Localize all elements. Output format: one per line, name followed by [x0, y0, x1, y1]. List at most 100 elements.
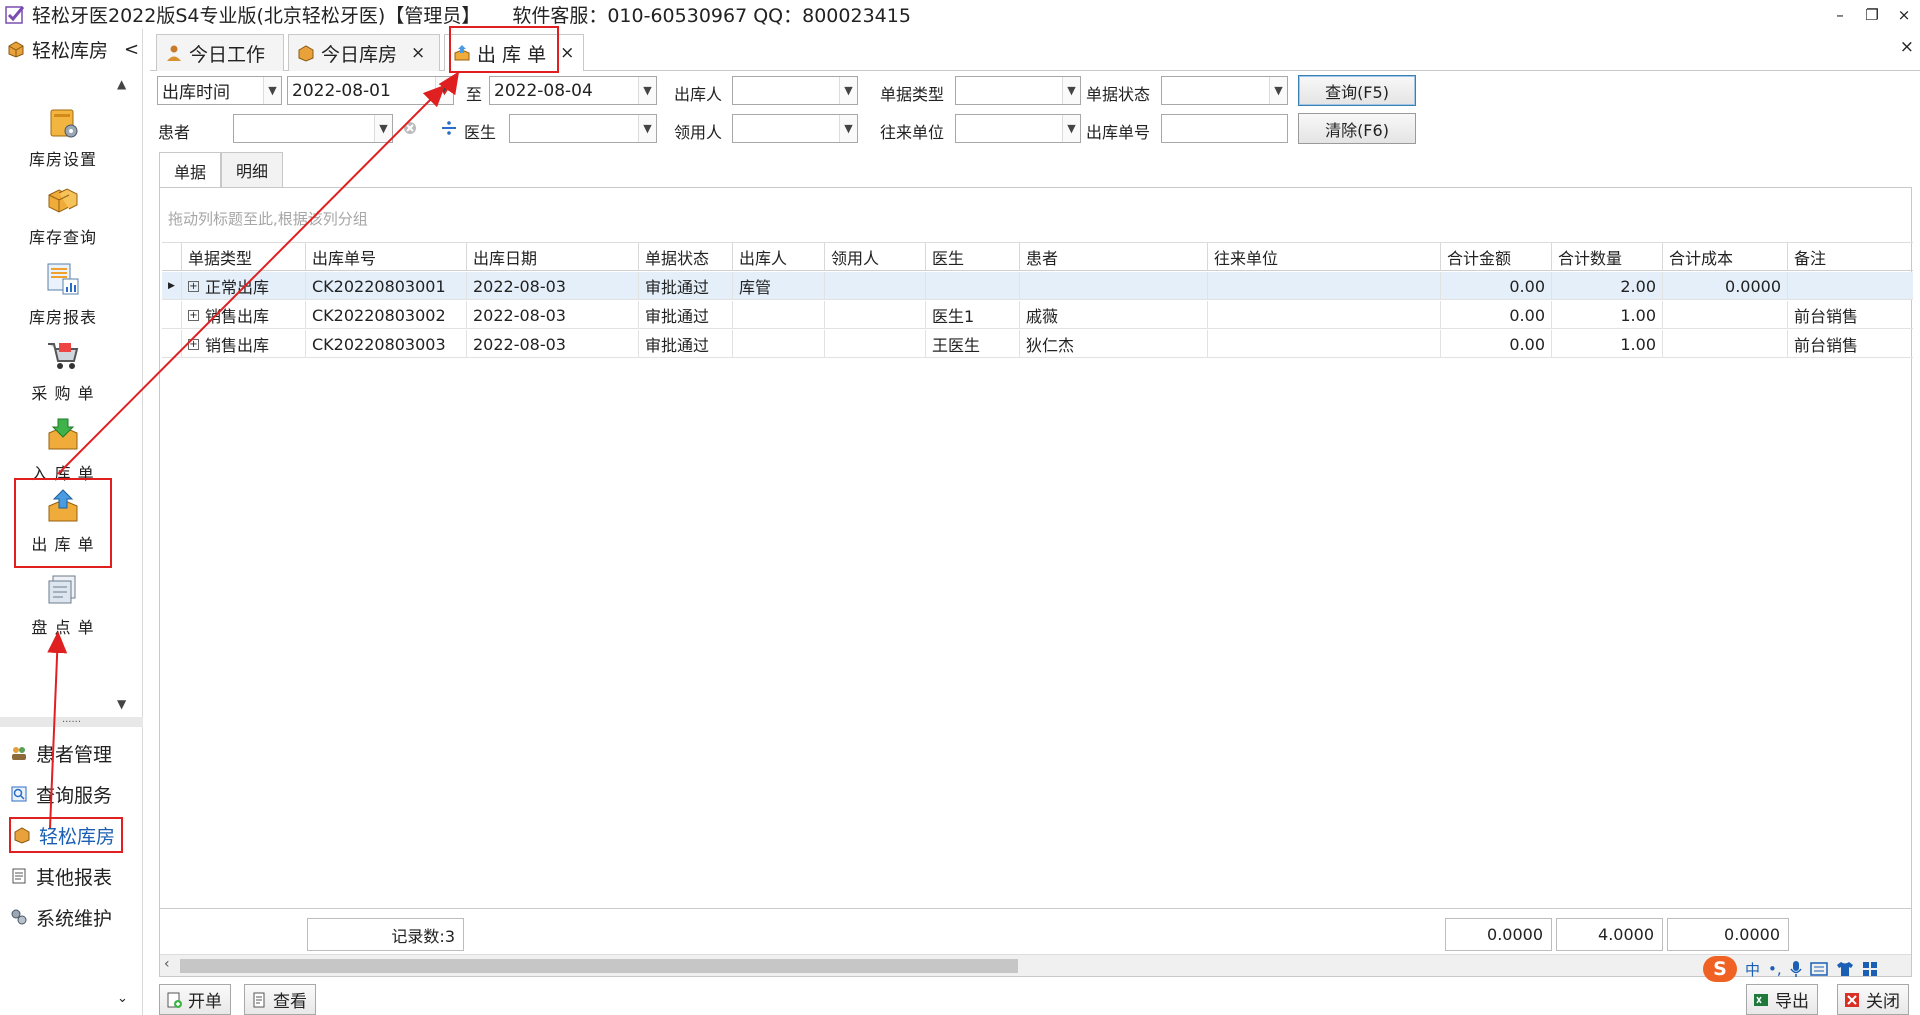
query-button[interactable]: 查询(F5)	[1298, 75, 1416, 106]
outbound-person-select[interactable]: ▼	[732, 76, 858, 105]
table-row[interactable]: + 销售出库 CK20220803002 2022-08-03 审批通过 医生1 …	[162, 301, 1913, 329]
header-qty[interactable]: 合计数量	[1552, 243, 1663, 271]
close-window-button[interactable]: ×	[1888, 0, 1920, 29]
new-order-button[interactable]: 开单	[159, 984, 231, 1015]
shopping-cart-icon	[48, 343, 79, 369]
divide-icon[interactable]	[440, 119, 458, 137]
view-button[interactable]: 查看	[244, 984, 316, 1015]
table-row[interactable]: + 销售出库 CK20220803003 2022-08-03 审批通过 王医生 …	[162, 330, 1913, 358]
header-cost[interactable]: 合计成本	[1663, 243, 1788, 271]
scrollbar-thumb[interactable]	[180, 959, 1018, 973]
tile-inventory-query[interactable]: 库存查询	[14, 175, 112, 265]
doc-type-text: 正常出库	[205, 278, 270, 297]
header-status[interactable]: 单据状态	[639, 243, 733, 271]
outbound-person-label: 出库人	[674, 85, 723, 104]
app-checkmark-icon	[5, 5, 25, 24]
doc-no-input[interactable]	[1161, 114, 1288, 143]
tile-purchase-order[interactable]: 采 购 单	[14, 331, 112, 421]
subtab-details[interactable]: 明细	[221, 152, 283, 187]
group-query-service[interactable]: 查询服务	[10, 776, 112, 812]
patient-select[interactable]: ▼	[233, 114, 393, 143]
date-to-input[interactable]: 2022-08-04 ▼	[489, 76, 657, 105]
skin-shirt-icon[interactable]	[1836, 961, 1854, 977]
tab-today-work[interactable]: 今日工作	[156, 34, 284, 71]
header-doc-no[interactable]: 出库单号	[306, 243, 467, 271]
clear-patient-icon[interactable]	[403, 121, 417, 135]
group-system-maintenance[interactable]: 系统维护	[10, 899, 112, 935]
chevron-down-icon[interactable]: ▼	[1269, 77, 1287, 104]
chevron-down-icon[interactable]: ▼	[638, 115, 656, 142]
export-button[interactable]: 导出	[1746, 984, 1818, 1015]
doc-type-select[interactable]: ▼	[955, 76, 1081, 105]
group-by-panel[interactable]: 拖动列标题至此,根据该列分组	[160, 188, 1911, 242]
expand-plus-icon[interactable]: +	[188, 309, 199, 321]
header-doctor[interactable]: 医生	[926, 243, 1020, 271]
time-type-select[interactable]: 出库时间 ▼	[157, 76, 282, 105]
ime-logo[interactable]: S	[1703, 956, 1737, 982]
tile-warehouse-report[interactable]: 库房报表	[14, 253, 112, 343]
recipient-select[interactable]: ▼	[732, 114, 858, 143]
header-doc-type[interactable]: 单据类型	[182, 243, 306, 271]
group-other-reports[interactable]: 其他报表	[10, 858, 112, 894]
nav-more-icon[interactable]: ⌄	[117, 991, 128, 1006]
inbound-box-icon	[48, 418, 78, 450]
chevron-down-icon[interactable]: ▼	[839, 115, 857, 142]
tile-stocktake[interactable]: 盘 点 单	[14, 565, 112, 655]
tab-close-icon[interactable]: ×	[560, 43, 574, 63]
scroll-left-icon[interactable]: ‹	[164, 956, 170, 972]
subtab-documents[interactable]: 单据	[159, 152, 221, 188]
expand-plus-icon[interactable]: +	[188, 280, 199, 292]
header-recipient[interactable]: 领用人	[825, 243, 926, 271]
microphone-icon[interactable]	[1790, 960, 1802, 978]
close-page-button[interactable]: 关闭	[1837, 984, 1909, 1015]
clear-button[interactable]: 清除(F6)	[1298, 113, 1416, 144]
minimize-button[interactable]: –	[1824, 0, 1856, 29]
tile-warehouse-settings[interactable]: 库房设置	[14, 97, 112, 187]
cell-cost	[1663, 301, 1788, 329]
collapse-nav-button[interactable]: <	[124, 39, 139, 60]
tab-close-icon[interactable]: ×	[411, 43, 425, 63]
chevron-down-icon[interactable]: ▼	[435, 77, 453, 104]
cell-doc-type: + 销售出库	[182, 330, 306, 358]
table-row[interactable]: ▶ + 正常出库 CK20220803001 2022-08-03 审批通过 库管…	[162, 272, 1913, 300]
nav-splitter[interactable]: ......	[0, 715, 143, 727]
ime-punctuation[interactable]: •,	[1768, 960, 1782, 978]
chevron-down-icon[interactable]: ▼	[374, 115, 392, 142]
horizontal-scrollbar[interactable]: ‹	[160, 954, 1911, 976]
expand-plus-icon[interactable]: +	[188, 338, 199, 350]
close-all-tabs-icon[interactable]: ×	[1900, 37, 1914, 57]
close-red-icon	[1845, 992, 1859, 1007]
cell-doc-no: CK20220803002	[306, 301, 467, 329]
cell-date: 2022-08-03	[467, 272, 639, 300]
header-date[interactable]: 出库日期	[467, 243, 639, 271]
ime-toolbar: S 中 •,	[1703, 955, 1878, 983]
group-easy-warehouse[interactable]: 轻松库房	[9, 817, 124, 853]
view-doc-icon	[253, 992, 265, 1007]
chevron-down-icon[interactable]: ▼	[638, 77, 656, 104]
sum-amount: 0.0000	[1445, 918, 1552, 951]
scroll-up-icon[interactable]: ▲	[117, 77, 126, 91]
toolbox-grid-icon[interactable]	[1862, 961, 1878, 977]
cell-partner	[1208, 301, 1441, 329]
tile-outbound-order[interactable]: 出 库 单	[14, 478, 112, 568]
tab-today-warehouse[interactable]: 今日库房 ×	[288, 34, 440, 71]
header-amount[interactable]: 合计金额	[1441, 243, 1552, 271]
chevron-down-icon[interactable]: ▼	[1062, 115, 1080, 142]
header-partner[interactable]: 往来单位	[1208, 243, 1441, 271]
chevron-down-icon[interactable]: ▼	[1062, 77, 1080, 104]
chevron-down-icon[interactable]: ▼	[263, 77, 281, 104]
header-patient[interactable]: 患者	[1020, 243, 1208, 271]
header-remark[interactable]: 备注	[1788, 243, 1913, 271]
doc-status-select[interactable]: ▼	[1161, 76, 1288, 105]
chevron-down-icon[interactable]: ▼	[839, 77, 857, 104]
ime-language[interactable]: 中	[1745, 959, 1760, 980]
date-from-value: 2022-08-01	[292, 80, 391, 101]
scroll-down-icon[interactable]: ▼	[117, 697, 126, 711]
group-patient-management[interactable]: 患者管理	[10, 735, 112, 771]
keyboard-icon[interactable]	[1809, 962, 1828, 976]
partner-select[interactable]: ▼	[955, 114, 1081, 143]
header-outbound-person[interactable]: 出库人	[733, 243, 825, 271]
date-from-input[interactable]: 2022-08-01 ▼	[287, 76, 454, 105]
restore-button[interactable]: ❐	[1856, 0, 1888, 29]
doctor-select[interactable]: ▼	[509, 114, 657, 143]
